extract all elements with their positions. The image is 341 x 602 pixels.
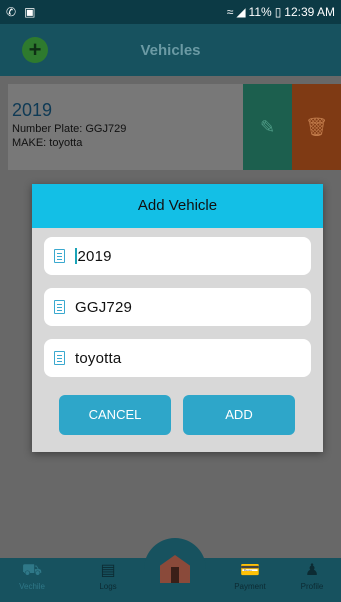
document-icon bbox=[54, 300, 65, 314]
nav-payment[interactable]: 💳 Payment bbox=[230, 560, 270, 591]
status-bar: ✆ ▣ ≈ ◢ 11% ▯ 12:39 AM bbox=[0, 0, 341, 24]
make-value: toyotta bbox=[75, 349, 122, 367]
wifi-icon: ≈ bbox=[226, 5, 234, 19]
delete-button[interactable]: 🗑 bbox=[292, 84, 341, 170]
status-left: ✆ ▣ bbox=[6, 5, 35, 19]
trash-icon: 🗑 bbox=[305, 116, 328, 137]
vehicle-make: MAKE: toyotta bbox=[12, 137, 83, 149]
status-time: 12:39 AM bbox=[284, 5, 335, 19]
page-title: Vehicles bbox=[140, 41, 201, 59]
make-field[interactable]: toyotta bbox=[44, 339, 311, 377]
signal-icon: ◢ bbox=[236, 5, 246, 19]
status-right: ≈ ◢ 11% ▯ 12:39 AM bbox=[227, 5, 335, 19]
vehicle-year: 2019 bbox=[12, 100, 53, 120]
vehicle-plate: Number Plate: GGJ729 bbox=[12, 123, 127, 135]
cancel-button[interactable]: CANCEL bbox=[59, 395, 171, 435]
document-icon bbox=[54, 249, 65, 263]
add-vehicle-dialog: Add Vehicle 2019 GGJ729 toyotta CANCEL A… bbox=[32, 184, 323, 452]
nav-vehicle[interactable]: ⛟ Vechile bbox=[12, 560, 52, 591]
profile-icon: ♟ bbox=[304, 562, 320, 579]
battery-percent: 11% bbox=[248, 5, 272, 19]
payment-icon: 💳 bbox=[240, 562, 260, 579]
nav-profile-label: Profile bbox=[300, 582, 324, 591]
nav-vehicle-label: Vechile bbox=[19, 582, 45, 591]
plate-field[interactable]: GGJ729 bbox=[44, 288, 311, 326]
dialog-title: Add Vehicle bbox=[32, 184, 323, 228]
logs-icon: ▤ bbox=[100, 562, 116, 579]
year-field[interactable]: 2019 bbox=[44, 237, 311, 275]
add-button[interactable]: ADD bbox=[183, 395, 295, 435]
year-value: 2019 bbox=[77, 247, 112, 265]
image-icon: ▣ bbox=[24, 5, 36, 19]
nav-logs[interactable]: ▤ Logs bbox=[88, 560, 128, 591]
app-bar: + Vehicles bbox=[0, 24, 341, 76]
plus-circle-icon[interactable]: + bbox=[22, 37, 48, 63]
battery-icon: ▯ bbox=[274, 5, 282, 19]
nav-logs-label: Logs bbox=[99, 582, 117, 591]
nav-payment-label: Payment bbox=[234, 582, 266, 591]
plate-value: GGJ729 bbox=[75, 298, 133, 316]
text-caret bbox=[75, 248, 77, 264]
document-icon bbox=[54, 351, 65, 365]
car-icon: ⛟ bbox=[21, 562, 43, 579]
phone-icon: ✆ bbox=[6, 5, 17, 19]
nav-profile[interactable]: ♟ Profile bbox=[292, 560, 332, 591]
pencil-icon: ✎ bbox=[259, 116, 276, 137]
home-door bbox=[171, 567, 179, 583]
edit-button[interactable]: ✎ bbox=[243, 84, 292, 170]
